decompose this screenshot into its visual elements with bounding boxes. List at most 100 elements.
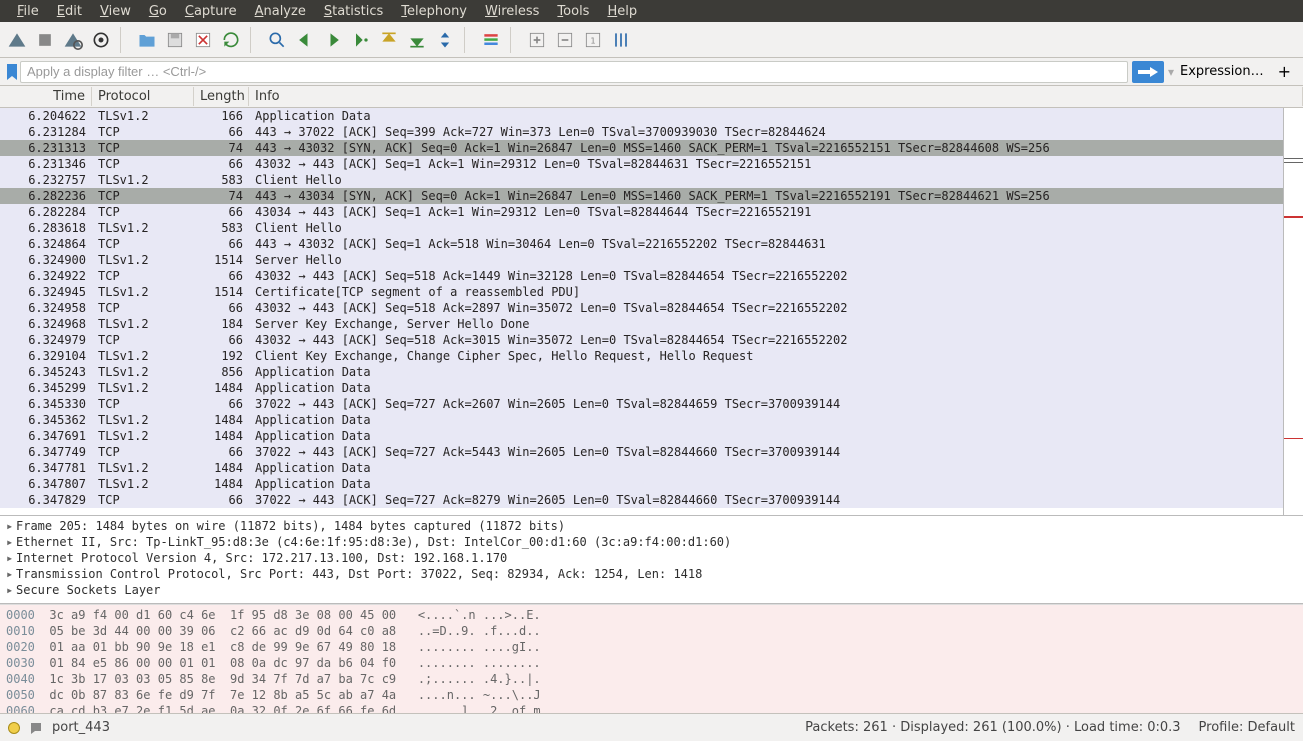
menu-capture[interactable]: Capture xyxy=(176,2,246,21)
detail-tree-item[interactable]: ▸Secure Sockets Layer xyxy=(6,582,1297,598)
packet-row[interactable]: 6.324958TCP6643032 → 443 [ACK] Seq=518 A… xyxy=(0,300,1283,316)
svg-text:1: 1 xyxy=(590,35,595,45)
expand-triangle-icon[interactable]: ▸ xyxy=(6,534,16,550)
packet-row[interactable]: 6.345299TLSv1.21484Application Data xyxy=(0,380,1283,396)
packet-row[interactable]: 6.324922TCP6643032 → 443 [ACK] Seq=518 A… xyxy=(0,268,1283,284)
packet-row[interactable]: 6.329104TLSv1.2192Client Key Exchange, C… xyxy=(0,348,1283,364)
detail-tree-item[interactable]: ▸Transmission Control Protocol, Src Port… xyxy=(6,566,1297,582)
expert-info-led[interactable] xyxy=(8,722,20,734)
packet-diagram-minimap[interactable] xyxy=(1283,108,1303,515)
toolbar-separator xyxy=(464,27,472,53)
goto-packet-button[interactable] xyxy=(348,27,374,53)
menu-wireless[interactable]: Wireless xyxy=(476,2,548,21)
menu-telephony[interactable]: Telephony xyxy=(392,2,476,21)
expression-button[interactable]: Expression… xyxy=(1174,64,1270,79)
goto-last-button[interactable] xyxy=(404,27,430,53)
reload-button[interactable] xyxy=(218,27,244,53)
packet-row[interactable]: 6.347781TLSv1.21484Application Data xyxy=(0,460,1283,476)
colorize-button[interactable] xyxy=(478,27,504,53)
packet-row[interactable]: 6.345330TCP6637022 → 443 [ACK] Seq=727 A… xyxy=(0,396,1283,412)
profile-label[interactable]: Profile: Default xyxy=(1199,720,1295,735)
packet-details-pane[interactable]: ▸Frame 205: 1484 bytes on wire (11872 bi… xyxy=(0,516,1303,604)
packet-row[interactable]: 6.347691TLSv1.21484Application Data xyxy=(0,428,1283,444)
hex-row[interactable]: 0040 1c 3b 17 03 03 05 85 8e 9d 34 7f 7d… xyxy=(6,671,1297,687)
hex-row[interactable]: 0010 05 be 3d 44 00 00 39 06 c2 66 ac d9… xyxy=(6,623,1297,639)
status-bar: port_443 Packets: 261 · Displayed: 261 (… xyxy=(0,713,1303,741)
packet-row[interactable]: 6.347807TLSv1.21484Application Data xyxy=(0,476,1283,492)
packet-list-body[interactable]: 6.204622TLSv1.2166Application Data6.2312… xyxy=(0,108,1283,515)
detail-tree-item[interactable]: ▸Frame 205: 1484 bytes on wire (11872 bi… xyxy=(6,518,1297,534)
packet-row[interactable]: 6.324945TLSv1.21514Certificate[TCP segme… xyxy=(0,284,1283,300)
start-capture-button[interactable] xyxy=(4,27,30,53)
autoscroll-button[interactable] xyxy=(432,27,458,53)
menu-view[interactable]: View xyxy=(91,2,140,21)
detail-tree-item[interactable]: ▸Ethernet II, Src: Tp-LinkT_95:d8:3e (c4… xyxy=(6,534,1297,550)
hex-row[interactable]: 0030 01 84 e5 86 00 00 01 01 08 0a dc 97… xyxy=(6,655,1297,671)
column-header-time[interactable]: Time xyxy=(0,87,92,106)
detail-tree-item[interactable]: ▸Internet Protocol Version 4, Src: 172.2… xyxy=(6,550,1297,566)
menu-go[interactable]: Go xyxy=(140,2,176,21)
stop-capture-button[interactable] xyxy=(32,27,58,53)
packet-row[interactable]: 6.324979TCP6643032 → 443 [ACK] Seq=518 A… xyxy=(0,332,1283,348)
packet-row[interactable]: 6.282284TCP6643034 → 443 [ACK] Seq=1 Ack… xyxy=(0,204,1283,220)
hex-row[interactable]: 0060 ca cd b3 e7 2e f1 5d ae 0a 32 0f 2e… xyxy=(6,703,1297,713)
add-filter-button[interactable]: + xyxy=(1270,62,1299,81)
close-file-button[interactable] xyxy=(190,27,216,53)
expand-triangle-icon[interactable]: ▸ xyxy=(6,566,16,582)
menu-analyze[interactable]: Analyze xyxy=(246,2,315,21)
display-filter-input[interactable] xyxy=(20,61,1128,83)
capture-filename: port_443 xyxy=(52,720,805,735)
packet-row[interactable]: 6.232757TLSv1.2583Client Hello xyxy=(0,172,1283,188)
display-filter-bar: ▾ Expression… + xyxy=(0,58,1303,86)
hex-row[interactable]: 0050 dc 0b 87 83 6e fe d9 7f 7e 12 8b a5… xyxy=(6,687,1297,703)
packet-row[interactable]: 6.231313TCP74443 → 43032 [SYN, ACK] Seq=… xyxy=(0,140,1283,156)
main-toolbar: 1 xyxy=(0,22,1303,58)
open-file-button[interactable] xyxy=(134,27,160,53)
packet-row[interactable]: 6.345243TLSv1.2856Application Data xyxy=(0,364,1283,380)
menu-file[interactable]: File xyxy=(8,2,48,21)
menu-tools[interactable]: Tools xyxy=(548,2,598,21)
packet-row[interactable]: 6.324968TLSv1.2184Server Key Exchange, S… xyxy=(0,316,1283,332)
column-header-protocol[interactable]: Protocol xyxy=(92,87,194,106)
menu-help[interactable]: Help xyxy=(598,2,646,21)
capture-comment-icon[interactable] xyxy=(28,720,44,736)
packet-stats: Packets: 261 · Displayed: 261 (100.0%) ·… xyxy=(805,720,1198,735)
column-header-info[interactable]: Info xyxy=(249,87,1303,106)
apply-filter-button[interactable] xyxy=(1132,61,1164,83)
go-back-button[interactable] xyxy=(292,27,318,53)
packet-row[interactable]: 6.324864TCP66443 → 43032 [ACK] Seq=1 Ack… xyxy=(0,236,1283,252)
packet-row[interactable]: 6.347749TCP6637022 → 443 [ACK] Seq=727 A… xyxy=(0,444,1283,460)
toolbar-separator xyxy=(250,27,258,53)
packet-list-pane: Time Protocol Length Info 6.204622TLSv1.… xyxy=(0,86,1303,516)
zoom-in-button[interactable] xyxy=(524,27,550,53)
packet-bytes-pane[interactable]: 0000 3c a9 f4 00 d1 60 c4 6e 1f 95 d8 3e… xyxy=(0,604,1303,713)
hex-row[interactable]: 0000 3c a9 f4 00 d1 60 c4 6e 1f 95 d8 3e… xyxy=(6,607,1297,623)
expand-triangle-icon[interactable]: ▸ xyxy=(6,518,16,534)
save-file-button[interactable] xyxy=(162,27,188,53)
packet-row[interactable]: 6.282236TCP74443 → 43034 [SYN, ACK] Seq=… xyxy=(0,188,1283,204)
packet-row[interactable]: 6.347829TCP6637022 → 443 [ACK] Seq=727 A… xyxy=(0,492,1283,508)
zoom-reset-button[interactable]: 1 xyxy=(580,27,606,53)
packet-row[interactable]: 6.324900TLSv1.21514Server Hello xyxy=(0,252,1283,268)
resize-columns-button[interactable] xyxy=(608,27,634,53)
expand-triangle-icon[interactable]: ▸ xyxy=(6,550,16,566)
bookmark-icon[interactable] xyxy=(4,61,20,83)
capture-options-button[interactable] xyxy=(88,27,114,53)
go-forward-button[interactable] xyxy=(320,27,346,53)
column-header-length[interactable]: Length xyxy=(194,87,249,106)
menu-statistics[interactable]: Statistics xyxy=(315,2,392,21)
hex-row[interactable]: 0020 01 aa 01 bb 90 9e 18 e1 c8 de 99 9e… xyxy=(6,639,1297,655)
packet-row[interactable]: 6.283618TLSv1.2583Client Hello xyxy=(0,220,1283,236)
menu-edit[interactable]: Edit xyxy=(48,2,91,21)
find-button[interactable] xyxy=(264,27,290,53)
packet-list-header[interactable]: Time Protocol Length Info xyxy=(0,86,1303,108)
goto-first-button[interactable] xyxy=(376,27,402,53)
restart-capture-button[interactable] xyxy=(60,27,86,53)
packet-row[interactable]: 6.204622TLSv1.2166Application Data xyxy=(0,108,1283,124)
packet-row[interactable]: 6.231346TCP6643032 → 443 [ACK] Seq=1 Ack… xyxy=(0,156,1283,172)
toolbar-separator xyxy=(120,27,128,53)
zoom-out-button[interactable] xyxy=(552,27,578,53)
packet-row[interactable]: 6.231284TCP66443 → 37022 [ACK] Seq=399 A… xyxy=(0,124,1283,140)
expand-triangle-icon[interactable]: ▸ xyxy=(6,582,16,598)
packet-row[interactable]: 6.345362TLSv1.21484Application Data xyxy=(0,412,1283,428)
